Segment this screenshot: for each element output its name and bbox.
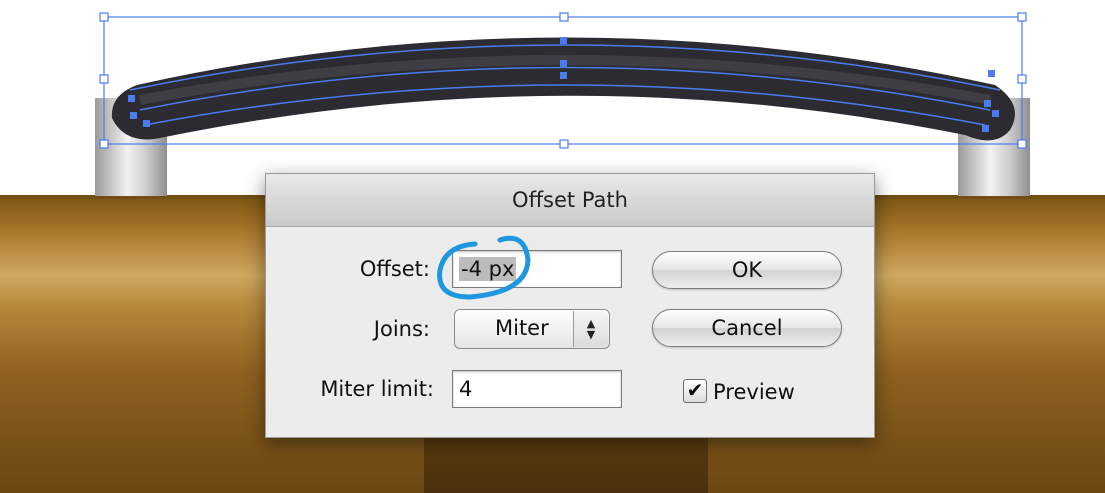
miter-limit-label: Miter limit: (320, 377, 434, 401)
table-drawer (424, 436, 708, 493)
offset-label: Offset: (359, 257, 430, 281)
bounding-box[interactable] (103, 16, 1023, 145)
handle-shape[interactable] (111, 37, 1016, 141)
offset-path-dialog: Offset Path Offset: -4 px Joins: Miter ▲… (265, 173, 875, 438)
metal-leg-right (958, 98, 1030, 196)
joins-label: Joins: (373, 317, 430, 341)
cancel-button[interactable]: Cancel (652, 309, 842, 347)
preview-label: Preview (713, 380, 795, 404)
joins-value: Miter (495, 316, 549, 340)
handle-highlight (139, 55, 991, 105)
checkmark-icon: ✔ (686, 378, 704, 402)
selected-path-inner[interactable] (139, 66, 991, 111)
joins-select[interactable]: Miter ▲ ▼ (454, 309, 610, 349)
offset-field[interactable]: -4 px (452, 250, 622, 288)
metal-leg-left (95, 98, 167, 196)
artboard: Offset Path Offset: -4 px Joins: Miter ▲… (0, 0, 1105, 493)
anchor-points[interactable] (128, 37, 999, 132)
miter-limit-field[interactable]: 4 (452, 370, 622, 408)
preview-checkbox[interactable]: ✔ (683, 379, 707, 403)
bounding-box-handles[interactable] (99, 12, 1027, 149)
ok-button[interactable]: OK (652, 251, 842, 289)
stepper-arrows-icon[interactable]: ▲ ▼ (573, 311, 608, 347)
dialog-title: Offset Path (266, 174, 874, 227)
offset-value: -4 px (459, 257, 517, 281)
selected-path-outer[interactable] (129, 44, 1001, 126)
